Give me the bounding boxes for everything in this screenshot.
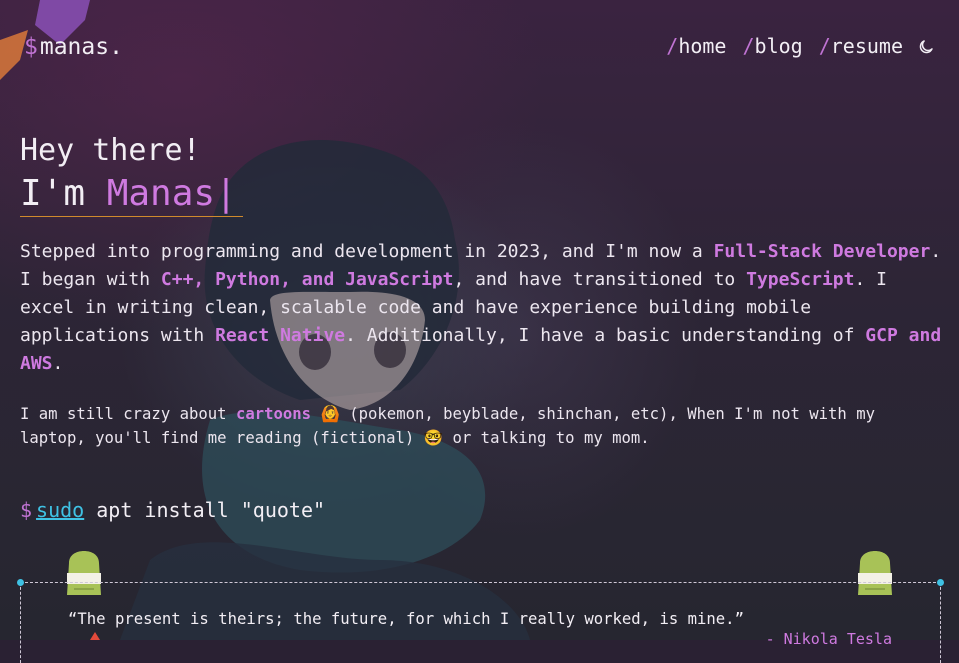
intro-paragraph: Stepped into programming and development… [20,241,942,374]
hero-name: Manas [106,173,216,214]
logo-prompt: $ [24,34,38,60]
quote-author: - Nikola Tesla [765,630,892,648]
command-text: apt install "quote" [84,498,326,522]
hero-section: Hey there! I'm Manas| [20,133,243,217]
hobbies-paragraph: I am still crazy about cartoons 🙆 (pokem… [20,405,875,447]
nav-link-blog[interactable]: /blog [742,34,802,58]
hero-title: I'm Manas| [20,172,243,217]
top-navigation: $manas. /home /blog /resume [0,0,959,90]
command-prompt: $ [20,498,33,522]
nerd-emoji: 🤓 [423,429,444,447]
theme-toggle-button[interactable] [917,37,935,55]
pin-left-icon [17,579,24,586]
typing-cursor: | [215,173,237,214]
logo-name: manas. [39,34,123,60]
terminal-command: $ sudo apt install "quote" [20,498,325,522]
nav-link-home[interactable]: /home [666,34,726,58]
moon-icon [919,40,933,54]
pin-right-icon [937,579,944,586]
sudo-link[interactable]: sudo [36,498,84,522]
quote-text: “The present is theirs; the future, for … [68,610,744,628]
nav-link-resume[interactable]: /resume [819,34,903,58]
site-logo[interactable]: $manas. [24,34,123,60]
nav-menu: /home /blog /resume [650,34,935,58]
person-emoji: 🙆 [320,405,340,423]
greeting: Hey there! [20,133,201,168]
